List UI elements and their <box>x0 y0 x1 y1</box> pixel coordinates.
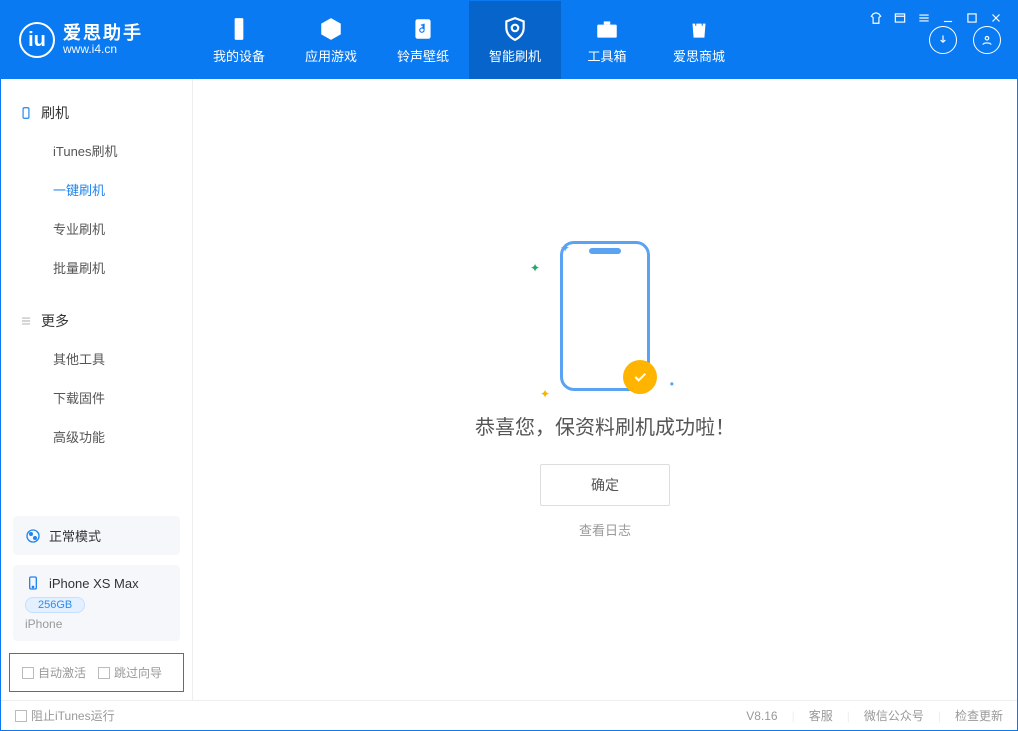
menu-icon[interactable] <box>917 11 931 25</box>
nav-apps-games[interactable]: 应用游戏 <box>285 1 377 79</box>
footer-link-support[interactable]: 客服 <box>809 707 833 724</box>
cube-icon <box>318 16 344 42</box>
device-icon <box>25 575 41 591</box>
shirt-icon[interactable] <box>869 11 883 25</box>
sidebar-status-area: 正常模式 iPhone XS Max 256GB iPhone <box>13 516 180 641</box>
ok-button[interactable]: 确定 <box>540 464 670 506</box>
sidebar-item-advanced[interactable]: 高级功能 <box>1 417 192 456</box>
user-button[interactable] <box>973 26 1001 54</box>
sidebar-title-more: 更多 <box>1 303 192 339</box>
view-log-link[interactable]: 查看日志 <box>579 520 631 539</box>
checkbox-block-itunes[interactable]: 阻止iTunes运行 <box>15 707 115 724</box>
nav-store[interactable]: 爱思商城 <box>653 1 745 79</box>
mode-status[interactable]: 正常模式 <box>13 516 180 555</box>
nav-my-device[interactable]: 我的设备 <box>193 1 285 79</box>
list-icon[interactable] <box>893 11 907 25</box>
main-panel: ✦✦✦• 恭喜您，保资料刷机成功啦！ 确定 查看日志 <box>193 79 1017 700</box>
close-icon[interactable] <box>989 11 1003 25</box>
version-label: V8.16 <box>746 709 777 723</box>
sidebar: 刷机 iTunes刷机 一键刷机 专业刷机 批量刷机 更多 其他工具 下载固件 … <box>1 79 193 700</box>
toolbox-icon <box>594 16 620 42</box>
sidebar-section-more: 更多 其他工具 下载固件 高级功能 <box>1 287 192 456</box>
mode-icon <box>25 528 41 544</box>
sidebar-item-batch-flash[interactable]: 批量刷机 <box>1 248 192 287</box>
device-name: iPhone XS Max <box>49 576 139 591</box>
brand-domain: www.i4.cn <box>63 42 143 56</box>
checkmark-badge-icon <box>623 360 657 394</box>
maximize-icon[interactable] <box>965 11 979 25</box>
sidebar-item-itunes-flash[interactable]: iTunes刷机 <box>1 131 192 170</box>
logo-area: iu 爱思助手 www.i4.cn <box>1 1 193 79</box>
music-icon <box>410 16 436 42</box>
shop-icon <box>686 16 712 42</box>
nav-flash[interactable]: 智能刷机 <box>469 1 561 79</box>
footer-link-wechat[interactable]: 微信公众号 <box>864 707 924 724</box>
sidebar-item-oneclick-flash[interactable]: 一键刷机 <box>1 170 192 209</box>
minimize-icon[interactable] <box>941 11 955 25</box>
window-controls <box>869 11 1003 25</box>
header: iu 爱思助手 www.i4.cn 我的设备 应用游戏 铃声壁纸 智能刷机 <box>1 1 1017 79</box>
phone-illustration-icon <box>560 241 650 391</box>
logo-icon: iu <box>19 22 55 58</box>
lines-icon <box>19 314 33 328</box>
shield-icon <box>502 16 528 42</box>
success-illustration: ✦✦✦• <box>560 241 650 411</box>
nav-toolbox[interactable]: 工具箱 <box>561 1 653 79</box>
sidebar-item-other-tools[interactable]: 其他工具 <box>1 339 192 378</box>
sidebar-section-flash: 刷机 iTunes刷机 一键刷机 专业刷机 批量刷机 <box>1 79 192 287</box>
nav-ringtones[interactable]: 铃声壁纸 <box>377 1 469 79</box>
device-card[interactable]: iPhone XS Max 256GB iPhone <box>13 565 180 641</box>
sidebar-item-download-firmware[interactable]: 下载固件 <box>1 378 192 417</box>
checkbox-auto-activate[interactable]: 自动激活 <box>22 664 86 681</box>
device-type: iPhone <box>25 617 168 631</box>
options-highlight-box: 自动激活 跳过向导 <box>9 653 184 692</box>
download-button[interactable] <box>929 26 957 54</box>
success-message: 恭喜您，保资料刷机成功啦！ <box>475 411 735 440</box>
device-capacity: 256GB <box>25 597 85 613</box>
app-window: iu 爱思助手 www.i4.cn 我的设备 应用游戏 铃声壁纸 智能刷机 <box>0 0 1018 731</box>
nav: 我的设备 应用游戏 铃声壁纸 智能刷机 工具箱 爱思商城 <box>193 1 929 79</box>
sidebar-title-flash: 刷机 <box>1 95 192 131</box>
body: 刷机 iTunes刷机 一键刷机 专业刷机 批量刷机 更多 其他工具 下载固件 … <box>1 79 1017 700</box>
device-icon <box>226 16 252 42</box>
footer-link-update[interactable]: 检查更新 <box>955 707 1003 724</box>
footer: 阻止iTunes运行 V8.16 | 客服 | 微信公众号 | 检查更新 <box>1 700 1017 730</box>
phone-icon <box>19 106 33 120</box>
brand-name: 爱思助手 <box>63 24 143 42</box>
sidebar-item-pro-flash[interactable]: 专业刷机 <box>1 209 192 248</box>
checkbox-skip-guide[interactable]: 跳过向导 <box>98 664 162 681</box>
